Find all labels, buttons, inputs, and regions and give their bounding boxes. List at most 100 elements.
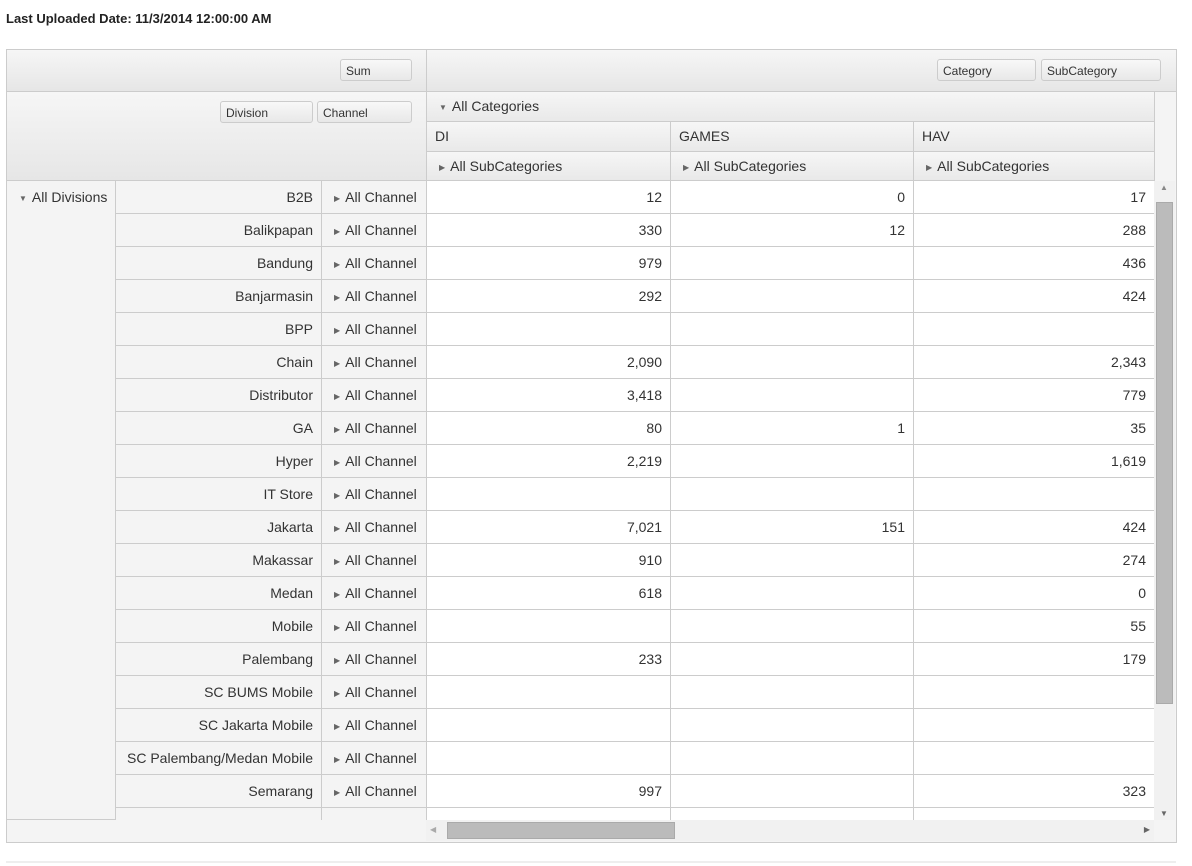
all-channel-toggle[interactable]: ▶ All Channel: [322, 280, 427, 313]
vertical-scroll-thumb[interactable]: [1156, 202, 1173, 704]
all-channel-toggle[interactable]: ▶ All Channel: [322, 742, 427, 775]
value-cell[interactable]: [427, 676, 671, 709]
all-channel-toggle[interactable]: ▶ All Channel: [322, 313, 427, 346]
all-channel-toggle[interactable]: ▶ All Channel: [322, 214, 427, 247]
value-cell[interactable]: 2,343: [914, 346, 1154, 379]
all-channel-toggle[interactable]: [322, 808, 427, 820]
value-cell[interactable]: [427, 742, 671, 775]
scroll-right-icon[interactable]: ▶: [1144, 825, 1150, 834]
all-channel-toggle[interactable]: ▶ All Channel: [322, 676, 427, 709]
all-channel-toggle[interactable]: ▶ All Channel: [322, 247, 427, 280]
subcategory-header[interactable]: ▶ All SubCategories: [914, 152, 1155, 181]
value-cell[interactable]: 80: [427, 412, 671, 445]
value-cell[interactable]: 12: [427, 181, 671, 214]
value-cell[interactable]: [671, 709, 914, 742]
horizontal-scroll-thumb[interactable]: [447, 822, 675, 839]
all-channel-toggle[interactable]: ▶ All Channel: [322, 379, 427, 412]
value-cell[interactable]: [914, 808, 1154, 820]
value-cell[interactable]: [671, 808, 914, 820]
all-channel-toggle[interactable]: ▶ All Channel: [322, 577, 427, 610]
value-cell[interactable]: [914, 313, 1154, 346]
value-cell[interactable]: [427, 478, 671, 511]
scroll-down-icon[interactable]: ▼: [1160, 809, 1168, 818]
value-cell[interactable]: 12: [671, 214, 914, 247]
value-cell[interactable]: [671, 313, 914, 346]
category-header-di[interactable]: DI: [427, 122, 671, 152]
category-field-button[interactable]: Category: [937, 59, 1036, 81]
value-cell[interactable]: 424: [914, 511, 1154, 544]
category-header-games[interactable]: GAMES: [671, 122, 914, 152]
value-cell[interactable]: [671, 478, 914, 511]
value-cell[interactable]: 151: [671, 511, 914, 544]
value-cell[interactable]: [671, 280, 914, 313]
value-cell[interactable]: 436: [914, 247, 1154, 280]
value-cell[interactable]: 2,219: [427, 445, 671, 478]
value-cell[interactable]: 288: [914, 214, 1154, 247]
value-cell[interactable]: 618: [427, 577, 671, 610]
subcategory-field-button[interactable]: SubCategory: [1041, 59, 1161, 81]
value-cell[interactable]: [671, 445, 914, 478]
value-cell[interactable]: [671, 742, 914, 775]
value-cell[interactable]: [427, 808, 671, 820]
scroll-up-icon[interactable]: ▲: [1160, 183, 1168, 192]
category-header-hav[interactable]: HAV: [914, 122, 1155, 152]
subcategory-header[interactable]: ▶ All SubCategories: [427, 152, 671, 181]
value-cell[interactable]: [427, 709, 671, 742]
value-cell[interactable]: 292: [427, 280, 671, 313]
all-channel-toggle[interactable]: ▶ All Channel: [322, 346, 427, 379]
value-cell[interactable]: 179: [914, 643, 1154, 676]
channel-field-button[interactable]: Channel: [317, 101, 412, 123]
value-cell[interactable]: [671, 577, 914, 610]
value-cell[interactable]: 274: [914, 544, 1154, 577]
value-cell[interactable]: [671, 379, 914, 412]
value-cell[interactable]: [671, 775, 914, 808]
value-cell[interactable]: 7,021: [427, 511, 671, 544]
division-field-button[interactable]: Division: [220, 101, 313, 123]
value-cell[interactable]: [671, 544, 914, 577]
value-cell[interactable]: 2,090: [427, 346, 671, 379]
all-categories-header[interactable]: ▼ All Categories: [427, 92, 1155, 122]
value-cell[interactable]: 779: [914, 379, 1154, 412]
value-cell[interactable]: 3,418: [427, 379, 671, 412]
scroll-left-icon[interactable]: ◀: [430, 825, 436, 834]
value-cell[interactable]: [671, 346, 914, 379]
value-cell[interactable]: [914, 676, 1154, 709]
value-cell[interactable]: 330: [427, 214, 671, 247]
all-channel-toggle[interactable]: ▶ All Channel: [322, 412, 427, 445]
value-cell[interactable]: 0: [914, 577, 1154, 610]
value-cell[interactable]: 997: [427, 775, 671, 808]
value-cell[interactable]: [671, 610, 914, 643]
value-cell[interactable]: 1,619: [914, 445, 1154, 478]
all-channel-toggle[interactable]: ▶ All Channel: [322, 445, 427, 478]
all-channel-toggle[interactable]: ▶ All Channel: [322, 478, 427, 511]
value-cell[interactable]: 910: [427, 544, 671, 577]
horizontal-scrollbar[interactable]: ◀ ▶: [426, 820, 1154, 841]
value-cell[interactable]: [671, 676, 914, 709]
value-cell[interactable]: [671, 643, 914, 676]
all-channel-toggle[interactable]: ▶ All Channel: [322, 709, 427, 742]
value-cell[interactable]: 35: [914, 412, 1154, 445]
value-cell[interactable]: 323: [914, 775, 1154, 808]
value-cell[interactable]: [914, 709, 1154, 742]
value-cell[interactable]: 17: [914, 181, 1154, 214]
all-channel-toggle[interactable]: ▶ All Channel: [322, 511, 427, 544]
vertical-scrollbar[interactable]: ▲ ▼: [1154, 181, 1175, 820]
value-cell[interactable]: 424: [914, 280, 1154, 313]
value-cell[interactable]: [427, 610, 671, 643]
subcategory-header[interactable]: ▶ All SubCategories: [671, 152, 914, 181]
value-cell[interactable]: 55: [914, 610, 1154, 643]
all-channel-toggle[interactable]: ▶ All Channel: [322, 643, 427, 676]
value-cell[interactable]: 1: [671, 412, 914, 445]
all-channel-toggle[interactable]: ▶ All Channel: [322, 775, 427, 808]
value-cell[interactable]: 979: [427, 247, 671, 280]
value-cell[interactable]: [671, 247, 914, 280]
value-cell[interactable]: [427, 313, 671, 346]
all-channel-toggle[interactable]: ▶ All Channel: [322, 610, 427, 643]
value-cell[interactable]: [914, 742, 1154, 775]
value-cell[interactable]: [914, 478, 1154, 511]
all-channel-toggle[interactable]: ▶ All Channel: [322, 181, 427, 214]
sum-field-button[interactable]: Sum: [340, 59, 412, 81]
all-channel-toggle[interactable]: ▶ All Channel: [322, 544, 427, 577]
value-cell[interactable]: 0: [671, 181, 914, 214]
value-cell[interactable]: 233: [427, 643, 671, 676]
